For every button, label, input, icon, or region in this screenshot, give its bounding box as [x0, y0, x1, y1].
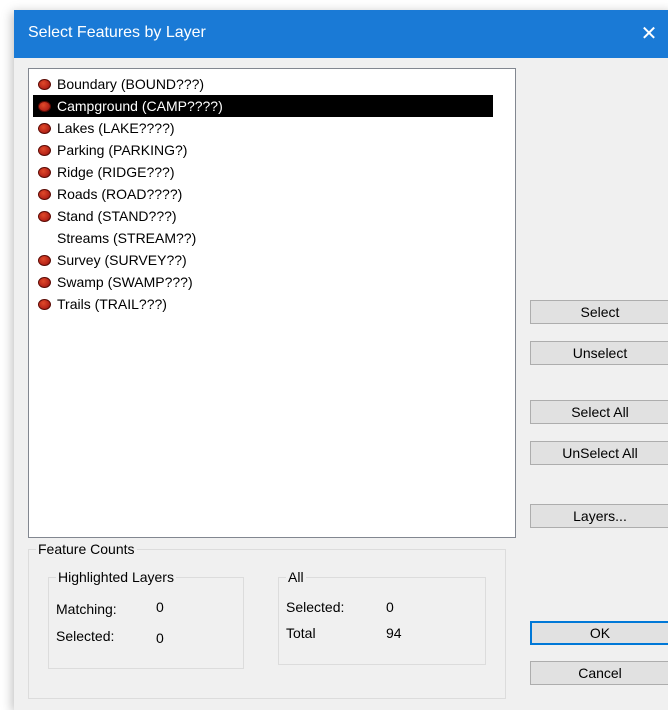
all-selected-label: Selected:	[286, 599, 345, 615]
total-value: 94	[386, 625, 402, 641]
layer-label: Parking (PARKING?)	[57, 142, 188, 158]
list-item[interactable]: Parking (PARKING?)	[33, 139, 493, 161]
all-selected-value: 0	[386, 599, 394, 615]
select-features-dialog: Select Features by Layer ✕ Boundary (BOU…	[14, 10, 668, 710]
close-icon[interactable]: ✕	[638, 20, 660, 48]
layer-label: Streams (STREAM??)	[57, 230, 197, 246]
layer-selected-icon	[38, 123, 51, 134]
layer-listbox[interactable]: Boundary (BOUND???) Campground (CAMP????)…	[28, 68, 516, 538]
layer-label: Campground (CAMP????)	[57, 98, 223, 114]
layers-button[interactable]: Layers...	[530, 504, 668, 528]
layer-label: Ridge (RIDGE???)	[57, 164, 175, 180]
highlighted-selected-value: 0	[156, 630, 164, 646]
unselect-all-button[interactable]: UnSelect All	[530, 441, 668, 465]
layer-label: Survey (SURVEY??)	[57, 252, 187, 268]
list-item[interactable]: Lakes (LAKE????)	[33, 117, 493, 139]
title-bar: Select Features by Layer ✕	[14, 10, 668, 58]
layer-selected-icon	[38, 189, 51, 200]
list-item[interactable]: Ridge (RIDGE???)	[33, 161, 493, 183]
layer-selected-icon	[38, 167, 51, 178]
layer-label: Lakes (LAKE????)	[57, 120, 175, 136]
layer-selected-icon	[38, 211, 51, 222]
list-item[interactable]: Survey (SURVEY??)	[33, 249, 493, 271]
all-group	[278, 577, 486, 665]
all-caption: All	[286, 569, 306, 585]
layer-label: Trails (TRAIL???)	[57, 296, 167, 312]
select-button[interactable]: Select	[530, 300, 668, 324]
layer-selected-icon	[38, 101, 51, 112]
layer-label: Boundary (BOUND???)	[57, 76, 205, 92]
highlighted-selected-label: Selected:	[56, 628, 115, 644]
layer-selected-icon	[38, 277, 51, 288]
select-all-button[interactable]: Select All	[530, 400, 668, 424]
layer-label: Roads (ROAD????)	[57, 186, 183, 202]
list-item[interactable]: Campground (CAMP????)	[33, 95, 493, 117]
matching-value: 0	[156, 599, 164, 615]
highlighted-layers-caption: Highlighted Layers	[56, 569, 176, 585]
layer-selected-icon	[38, 299, 51, 310]
list-item[interactable]: Streams (STREAM??)	[33, 227, 493, 249]
list-item[interactable]: Roads (ROAD????)	[33, 183, 493, 205]
matching-label: Matching:	[56, 601, 117, 617]
layer-selected-icon	[38, 145, 51, 156]
ok-button[interactable]: OK	[530, 621, 668, 645]
cancel-button[interactable]: Cancel	[530, 661, 668, 685]
highlighted-layers-group	[48, 577, 244, 669]
layer-selected-icon	[38, 255, 51, 266]
dialog-title: Select Features by Layer	[28, 24, 206, 41]
list-item[interactable]: Swamp (SWAMP???)	[33, 271, 493, 293]
list-item[interactable]: Boundary (BOUND???)	[33, 73, 493, 95]
feature-counts-caption: Feature Counts	[36, 541, 137, 557]
total-label: Total	[286, 625, 316, 641]
list-item[interactable]: Stand (STAND???)	[33, 205, 493, 227]
list-item[interactable]: Trails (TRAIL???)	[33, 293, 493, 315]
layer-selected-icon	[38, 79, 51, 90]
unselect-button[interactable]: Unselect	[530, 341, 668, 365]
layer-label: Swamp (SWAMP???)	[57, 274, 193, 290]
layer-label: Stand (STAND???)	[57, 208, 177, 224]
